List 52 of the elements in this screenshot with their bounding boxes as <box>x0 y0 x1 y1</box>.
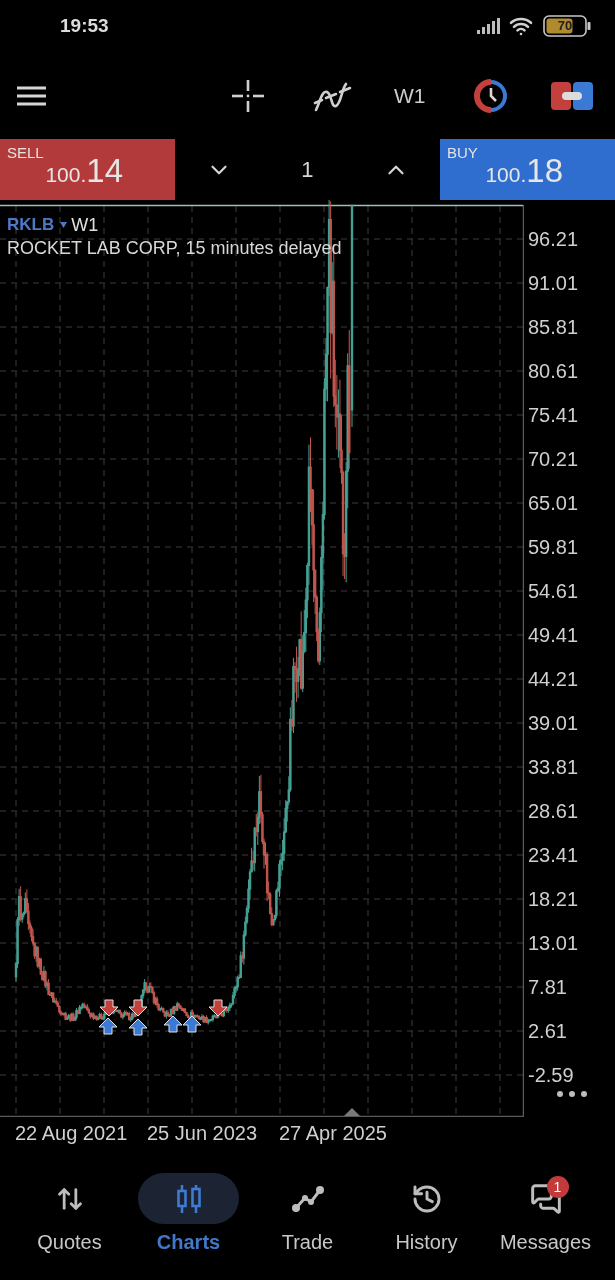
crosshair-button[interactable] <box>232 79 264 112</box>
price-axis-label: 13.01 <box>528 931 579 955</box>
time-axis-label: 27 Apr 2025 <box>279 1122 387 1144</box>
price-axis-label: 65.01 <box>528 491 579 515</box>
menu-icon <box>17 85 46 106</box>
scroll-marker-icon[interactable] <box>344 1108 360 1116</box>
notification-badge: 1 <box>546 1175 569 1198</box>
nav-tab[interactable]: Quotes <box>10 1173 129 1280</box>
signal-icon <box>477 18 501 34</box>
battery-icon <box>543 15 592 37</box>
price-axis-label: 28.61 <box>528 799 579 823</box>
symbol-name[interactable]: RKLB <box>7 214 55 236</box>
crosshair-icon <box>232 79 264 112</box>
nav-tab[interactable]: Charts <box>129 1173 248 1280</box>
timeframe-text: W1 <box>71 214 99 236</box>
price-axis-label: 91.01 <box>528 271 579 295</box>
price-axis-label: 23.41 <box>528 843 579 867</box>
clock-time: 19:53 <box>60 15 109 37</box>
more-dots-icon[interactable] <box>557 1091 587 1097</box>
dropdown-triangle-icon <box>60 222 68 228</box>
battery-percent: 70 <box>557 19 573 33</box>
price-axis-label: 7.81 <box>528 975 567 999</box>
split-tile-icon <box>550 79 593 112</box>
price-axis-label: 70.21 <box>528 447 579 471</box>
clock-icon <box>473 78 508 113</box>
price-axis-label: 59.81 <box>528 535 579 559</box>
price-axis-label: 2.61 <box>528 1019 567 1043</box>
timeframe-button[interactable]: W1 <box>394 83 426 108</box>
price-axis-label: -2.59 <box>528 1063 574 1087</box>
line-graph-icon <box>290 1184 325 1213</box>
chat-bubbles-icon <box>529 1182 562 1215</box>
price-axis-label: 96.21 <box>528 227 579 251</box>
nav-tab[interactable]: Trade <box>248 1173 367 1280</box>
buy-button[interactable]: BUY 100.18 <box>440 139 615 200</box>
price-axis-label: 54.61 <box>528 579 579 603</box>
price-axis-label: 39.01 <box>528 711 579 735</box>
sell-button[interactable]: SELL 100.14 <box>0 139 175 200</box>
nav-tab[interactable]: 1 Messages <box>486 1173 605 1280</box>
volume-value: 1 <box>301 156 314 183</box>
trade-panel-button[interactable] <box>550 79 593 112</box>
price-axis-label: 44.21 <box>528 667 579 691</box>
candlestick-icon <box>175 1183 202 1214</box>
time-axis-label: 25 Jun 2023 <box>147 1122 258 1144</box>
price-axis-label: 49.41 <box>528 623 579 647</box>
one-click-trading-button[interactable] <box>473 78 508 113</box>
price-axis-label: 80.61 <box>528 359 579 383</box>
price-axis-label: 85.81 <box>528 315 579 339</box>
time-axis-label: 22 Aug 2021 <box>15 1122 128 1144</box>
price-axis-label: 33.81 <box>528 755 579 779</box>
nav-tab[interactable]: History <box>367 1173 486 1280</box>
price-axis-label: 18.21 <box>528 887 579 911</box>
price-axis-label: 75.41 <box>528 403 579 427</box>
